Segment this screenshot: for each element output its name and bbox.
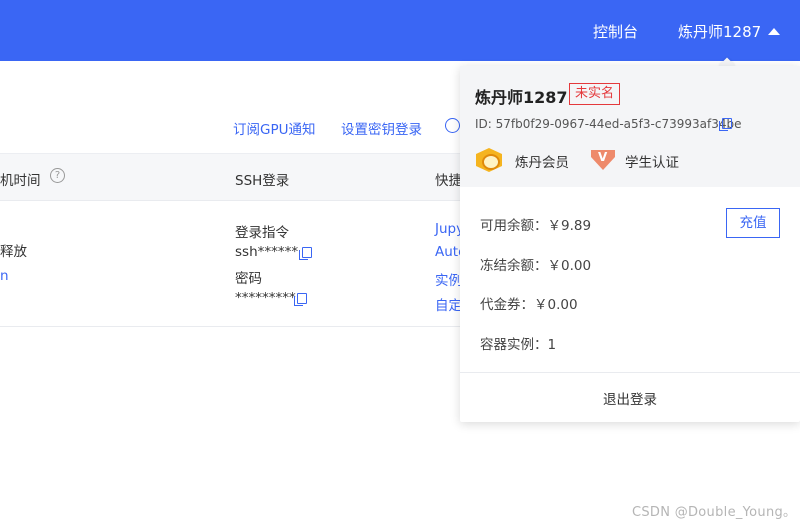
watermark: CSDN @Double_Young。 <box>632 505 797 520</box>
status-sub-link[interactable]: n <box>0 268 9 284</box>
user-popover: 炼丹师1287 未实名 ID: 57fb0f29-0967-44ed-a5f3-… <box>460 66 800 422</box>
gpu-notice-link[interactable]: 订阅GPU通知 <box>233 118 315 138</box>
member-badge-icon <box>476 148 502 172</box>
help-icon[interactable]: ? <box>50 168 65 183</box>
shortcut-instance[interactable]: 实例 <box>435 269 462 289</box>
row-divider <box>0 326 460 327</box>
column-header-time: 机时间 <box>0 173 41 189</box>
member-badge-label[interactable]: 炼丹会员 <box>515 151 569 171</box>
verify-status-badge[interactable]: 未实名 <box>569 83 621 105</box>
popover-header: 炼丹师1287 未实名 ID: 57fb0f29-0967-44ed-a5f3-… <box>460 66 800 187</box>
password-label: 密码 <box>235 271 262 287</box>
login-command-label: 登录指令 <box>235 225 289 241</box>
caret-up-icon[interactable] <box>768 28 780 35</box>
user-id: ID: 57fb0f29-0967-44ed-a5f3-c73993af34be <box>475 117 742 131</box>
status-text: 释放 <box>0 244 27 260</box>
login-command-value: ssh****** <box>235 244 299 260</box>
instance-count: 容器实例：1 <box>480 337 557 353</box>
link-icon[interactable] <box>445 118 460 133</box>
recharge-button[interactable]: 充值 <box>726 208 780 238</box>
copy-icon[interactable] <box>294 293 307 306</box>
user-menu-trigger[interactable]: 炼丹师1287 <box>678 21 761 42</box>
top-nav-bar: 控制台 炼丹师1287 <box>0 0 800 61</box>
copy-icon[interactable] <box>299 247 312 260</box>
popover-username: 炼丹师1287 <box>475 88 568 107</box>
available-balance: 可用余额：￥9.89 <box>480 218 592 234</box>
logout-button[interactable]: 退出登录 <box>460 388 800 408</box>
ssh-key-login-link[interactable]: 设置密钥登录 <box>341 118 422 138</box>
frozen-balance: 冻结余额：￥0.00 <box>480 258 592 274</box>
password-value: ********* <box>235 290 296 306</box>
column-header-ssh: SSH登录 <box>235 173 290 189</box>
console-link[interactable]: 控制台 <box>593 21 638 42</box>
student-badge-label[interactable]: 学生认证 <box>625 151 679 171</box>
popover-divider <box>460 372 800 373</box>
student-badge-mark: V <box>598 150 608 164</box>
column-header-shortcut: 快捷 <box>435 173 462 189</box>
shortcut-custom[interactable]: 自定 <box>435 294 462 314</box>
voucher-balance: 代金券：￥0.00 <box>480 297 578 313</box>
copy-id-icon[interactable] <box>719 118 732 131</box>
